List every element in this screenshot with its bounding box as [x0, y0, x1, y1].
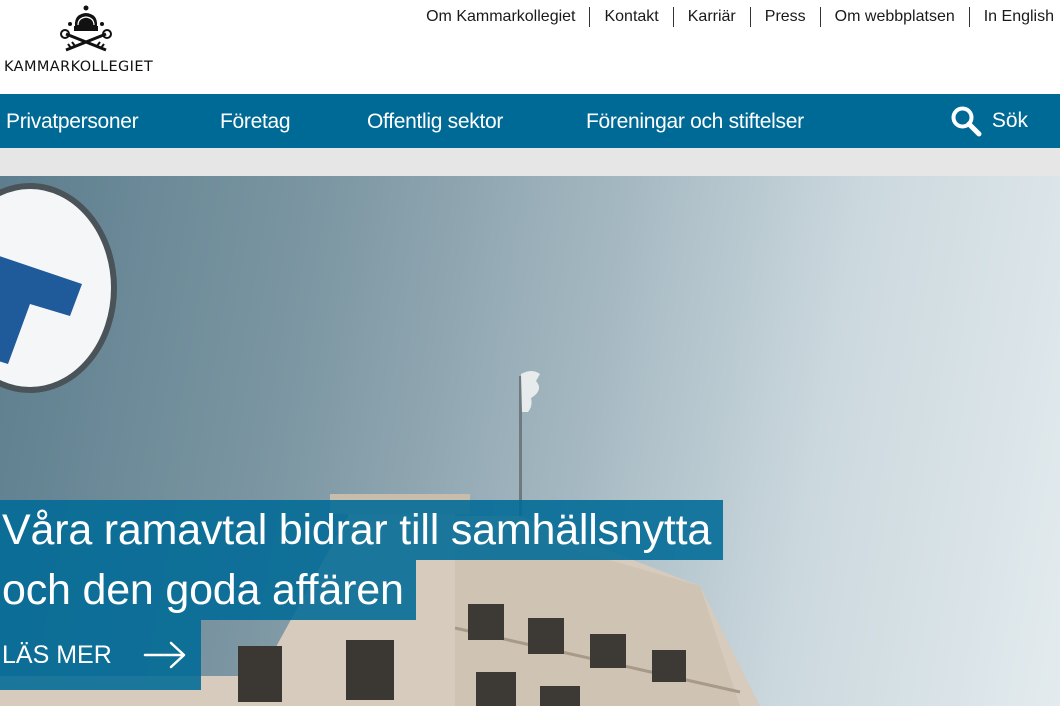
crown-with-keys-icon	[60, 5, 112, 52]
toplink-in-english[interactable]: In English	[968, 7, 1054, 27]
hero-headline-line-2: och den goda affären	[0, 560, 416, 620]
search-button[interactable]: Sök	[950, 94, 1028, 148]
arrow-right-icon	[143, 641, 186, 669]
search-icon	[951, 106, 982, 137]
read-more-button[interactable]: LÄS MER	[0, 620, 201, 690]
site-logo[interactable]: KAMMARKOLLEGIET	[4, 4, 174, 75]
hero-headline-line-1: Våra ramavtal bidrar till samhällsnytta	[0, 500, 724, 560]
breadcrumb-bar	[0, 148, 1060, 176]
toplink-karriar[interactable]: Karriär	[672, 7, 750, 27]
utility-nav: Om Kammarkollegiet Kontakt Karriär Press…	[412, 7, 1054, 27]
nav-item-foretag[interactable]: Företag	[220, 94, 291, 148]
toplink-om-kammarkollegiet[interactable]: Om Kammarkollegiet	[412, 7, 589, 27]
main-nav: Privatpersoner Företag Offentlig sektor …	[0, 94, 1060, 148]
search-label: Sök	[991, 109, 1028, 132]
toplink-om-webbplatsen[interactable]: Om webbplatsen	[819, 7, 969, 27]
toplink-kontakt[interactable]: Kontakt	[589, 7, 672, 27]
toplink-press[interactable]: Press	[749, 7, 820, 27]
nav-item-foreningar-och-stiftelser[interactable]: Föreningar och stiftelser	[586, 94, 804, 148]
site-header: KAMMARKOLLEGIET Om Kammarkollegiet Konta…	[0, 0, 1060, 94]
hero-banner: Våra ramavtal bidrar till samhällsnytta …	[0, 176, 1060, 706]
nav-item-offentlig-sektor[interactable]: Offentlig sektor	[367, 94, 503, 148]
read-more-label: LÄS MER	[2, 640, 112, 669]
logo-wordmark: KAMMARKOLLEGIET	[4, 59, 154, 75]
nav-item-privatpersoner[interactable]: Privatpersoner	[6, 94, 139, 148]
